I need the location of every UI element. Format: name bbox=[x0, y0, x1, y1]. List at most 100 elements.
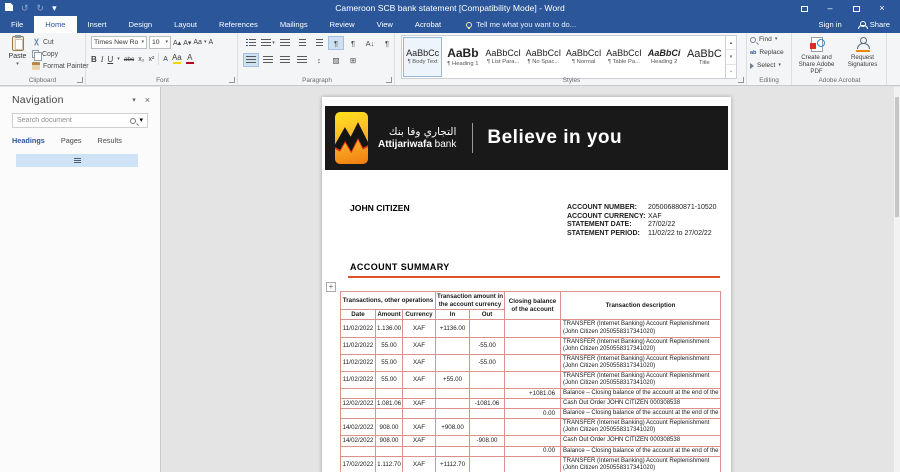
vertical-scrollbar[interactable] bbox=[894, 87, 900, 472]
paste-button[interactable]: Paste ▾ bbox=[4, 35, 31, 78]
tell-me-box[interactable]: Tell me what you want to do... bbox=[466, 16, 576, 33]
right-to-left-icon[interactable]: ¶ bbox=[345, 36, 361, 50]
text-effects-icon[interactable]: A bbox=[163, 56, 168, 63]
find-button[interactable]: Find ▾ bbox=[747, 33, 791, 46]
bank-name-arabic: التجاري وفا بنك bbox=[388, 125, 457, 138]
bold-button[interactable]: B bbox=[91, 55, 97, 64]
font-size-select[interactable]: 10 ▾ bbox=[149, 36, 171, 49]
cut-button[interactable]: Cut bbox=[32, 38, 89, 46]
style-card[interactable]: AaBb ¶ Heading 1 bbox=[443, 37, 482, 77]
align-left-icon[interactable] bbox=[243, 53, 259, 67]
search-dropdown-icon[interactable]: ▾ bbox=[139, 117, 143, 124]
format-painter-button[interactable]: Format Painter bbox=[32, 62, 89, 70]
numbered-list-icon[interactable]: ▾ bbox=[260, 36, 276, 50]
transaction-row: 0.00 Balance – Closing balance of the ac… bbox=[340, 408, 722, 420]
decrease-indent-icon[interactable] bbox=[294, 36, 310, 50]
search-icon[interactable] bbox=[130, 117, 137, 124]
header-transactions: Transactions, other operations bbox=[339, 291, 437, 310]
ribbon-display-options-icon[interactable] bbox=[791, 0, 817, 16]
ribbon-tab[interactable]: Layout bbox=[163, 16, 208, 33]
grow-font-icon[interactable]: A▴ bbox=[173, 39, 181, 47]
minimize-icon[interactable]: – bbox=[817, 0, 843, 16]
styles-dialog-launcher-icon[interactable] bbox=[738, 77, 744, 83]
navigation-heading-item[interactable] bbox=[16, 154, 138, 167]
change-case-icon[interactable]: Aa bbox=[193, 39, 202, 46]
italic-button[interactable]: I bbox=[101, 55, 104, 64]
superscript-button[interactable]: x² bbox=[148, 56, 154, 63]
restore-icon[interactable] bbox=[843, 0, 869, 16]
create-pdf-button[interactable]: Create and Share Adobe PDF bbox=[794, 37, 839, 75]
paste-dropdown-icon[interactable]: ▾ bbox=[16, 62, 19, 67]
navigation-tab[interactable]: Headings bbox=[12, 136, 45, 147]
select-button[interactable]: Select ▾ bbox=[747, 59, 791, 72]
align-center-icon[interactable] bbox=[260, 53, 276, 67]
multilevel-list-icon[interactable] bbox=[277, 36, 293, 50]
clipboard-dialog-launcher-icon[interactable] bbox=[77, 77, 83, 83]
copy-button[interactable]: Copy bbox=[32, 50, 89, 61]
paragraph-group: ▾ ¶ ¶ A↓ ¶ ↕ ▨ ⊞ Paragraph bbox=[240, 33, 395, 85]
ribbon-tab[interactable]: References bbox=[208, 16, 269, 33]
transaction-row: 11/02/2022 55.00 XAF -55.00 TRANSFER (In… bbox=[340, 353, 722, 372]
ribbon-tab[interactable]: File bbox=[0, 16, 34, 33]
sign-in-button[interactable]: Sign in bbox=[819, 20, 842, 29]
header-description: Transaction description bbox=[560, 290, 722, 321]
style-card[interactable]: AaBbCc ¶ Body Text bbox=[403, 37, 443, 77]
paragraph-dialog-launcher-icon[interactable] bbox=[386, 77, 392, 83]
style-card[interactable]: AaBbCcI ¶ Normal bbox=[564, 37, 603, 77]
redo-icon[interactable]: ↻ bbox=[37, 3, 45, 13]
font-family-select[interactable]: Times New Ro ▾ bbox=[91, 36, 147, 49]
ribbon-tab[interactable]: Review bbox=[319, 16, 366, 33]
navigation-tab[interactable]: Pages bbox=[61, 136, 82, 147]
clear-formatting-icon[interactable]: A bbox=[208, 39, 213, 46]
styles-scroll-down-icon[interactable]: ▾ bbox=[726, 50, 736, 65]
document-page[interactable]: التجاري وفا بنك Attijariwafa bank Believ… bbox=[322, 97, 731, 472]
save-icon[interactable] bbox=[5, 3, 13, 13]
bullet-list-icon[interactable] bbox=[243, 36, 259, 50]
borders-icon[interactable]: ⊞ bbox=[345, 53, 361, 67]
cell-amount bbox=[375, 445, 403, 457]
scrollbar-thumb[interactable] bbox=[895, 97, 899, 217]
request-signatures-button[interactable]: Request Signatures bbox=[840, 37, 885, 68]
underline-button[interactable]: U bbox=[107, 55, 113, 64]
increase-indent-icon[interactable] bbox=[311, 36, 327, 50]
ribbon-tab[interactable]: Acrobat bbox=[404, 16, 452, 33]
table-move-handle[interactable]: + bbox=[326, 282, 336, 292]
ribbon-tab[interactable]: Home bbox=[34, 16, 77, 33]
left-to-right-icon[interactable]: ¶ bbox=[328, 36, 344, 50]
sort-icon[interactable]: A↓ bbox=[362, 36, 378, 50]
search-input[interactable] bbox=[17, 117, 128, 124]
subscript-button[interactable]: x₂ bbox=[138, 56, 144, 63]
undo-icon[interactable]: ↺ bbox=[21, 3, 29, 13]
strikethrough-button[interactable]: abc bbox=[124, 56, 134, 63]
cell-in bbox=[435, 336, 471, 355]
justify-icon[interactable] bbox=[294, 53, 310, 67]
qat-customize-icon[interactable]: ▾ bbox=[52, 3, 57, 13]
ribbon-tab[interactable]: Mailings bbox=[269, 16, 319, 33]
style-card[interactable]: AaBbCi Heading 2 bbox=[645, 37, 684, 77]
ribbon-tab[interactable]: Design bbox=[118, 16, 164, 33]
style-card[interactable]: AaBbC Title bbox=[685, 37, 724, 77]
navigation-close-icon[interactable]: × bbox=[145, 95, 150, 105]
align-right-icon[interactable] bbox=[277, 53, 293, 67]
show-paragraph-marks-icon[interactable]: ¶ bbox=[379, 36, 395, 50]
line-spacing-icon[interactable]: ↕ bbox=[311, 53, 327, 67]
ribbon-tab[interactable]: View bbox=[366, 16, 404, 33]
navigation-tab[interactable]: Results bbox=[98, 136, 122, 147]
close-icon[interactable]: × bbox=[869, 0, 895, 16]
replace-button[interactable]: ab Replace bbox=[747, 46, 791, 59]
style-card[interactable]: AaBbCcI ¶ List Para... bbox=[484, 37, 523, 77]
share-button[interactable]: Share bbox=[857, 20, 890, 29]
cell-amount: 1.136.00 bbox=[375, 319, 403, 338]
styles-gallery-more-icon[interactable]: ⌄ bbox=[726, 65, 736, 78]
ribbon-tab[interactable]: Insert bbox=[77, 16, 118, 33]
shrink-font-icon[interactable]: A▾ bbox=[183, 39, 191, 47]
style-card[interactable]: AaBbCcI ¶ No Spac... bbox=[524, 37, 563, 77]
font-color-icon[interactable]: A bbox=[185, 53, 194, 65]
shading-icon[interactable]: ▨ bbox=[328, 53, 344, 67]
cell-description: Balance – Closing balance of the account… bbox=[560, 388, 722, 400]
font-dialog-launcher-icon[interactable] bbox=[229, 77, 235, 83]
highlight-color-icon[interactable]: Aa bbox=[172, 53, 182, 65]
style-card[interactable]: AaBbCcI ¶ Table Pa... bbox=[604, 37, 643, 77]
styles-scroll-up-icon[interactable]: ▴ bbox=[726, 36, 736, 51]
navigation-options-icon[interactable]: ▾ bbox=[132, 97, 136, 104]
